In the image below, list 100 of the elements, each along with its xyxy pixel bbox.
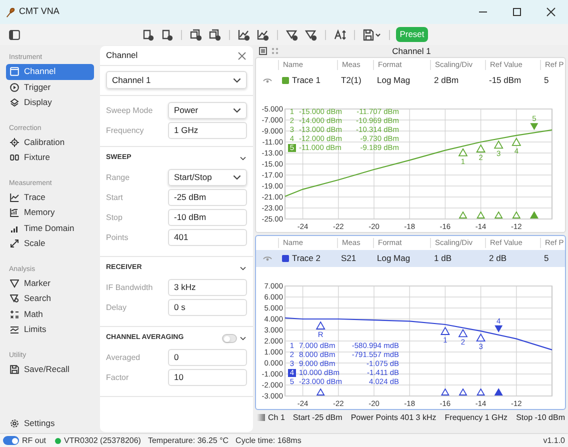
- font-size-button[interactable]: [332, 27, 348, 42]
- add-trace-button[interactable]: [188, 27, 204, 42]
- field-label: IF Bandwidth: [106, 282, 153, 294]
- axis-marker-icon[interactable]: [458, 211, 468, 218]
- dropdown[interactable]: Power: [168, 102, 247, 119]
- axis-marker-icon[interactable]: [512, 211, 521, 218]
- axis-marker-icon[interactable]: [440, 388, 450, 396]
- sidebar-item[interactable]: Calibration: [6, 134, 94, 150]
- sidebar-item-icon: [10, 192, 19, 202]
- marker-icon[interactable]: [512, 138, 522, 146]
- sidebar-item-icon: [10, 294, 19, 304]
- marker-icon[interactable]: [458, 328, 468, 338]
- trace-name: Trace 1: [292, 74, 321, 87]
- sidebar-item-icon: [10, 67, 19, 76]
- toggle-switch[interactable]: [222, 334, 237, 342]
- input-field[interactable]: 3 kHz: [168, 279, 247, 296]
- axis-marker-icon[interactable]: [476, 211, 486, 218]
- sidebar-item[interactable]: Marker: [6, 276, 94, 291]
- sidebar-item[interactable]: Trace: [6, 190, 94, 205]
- app-logo-icon: [5, 6, 16, 18]
- status-text: Stop -10 dBm: [516, 412, 565, 424]
- chart-remove-button[interactable]: [254, 27, 271, 42]
- field-label: Sweep Mode: [106, 104, 153, 116]
- input-field[interactable]: 0: [168, 349, 247, 366]
- input-field[interactable]: -25 dBm: [168, 189, 247, 206]
- eye-icon[interactable]: [262, 78, 272, 84]
- chevron-down-icon: [233, 108, 241, 113]
- sidebar-item-icon: [10, 239, 19, 248]
- sidebar-item-icon: [10, 364, 19, 374]
- trace-name: Trace 2: [292, 252, 321, 265]
- sidebar-item[interactable]: Math: [6, 306, 94, 322]
- table-cell: 5: [544, 75, 549, 86]
- axis-marker-icon[interactable]: [458, 388, 468, 396]
- marker-icon[interactable]: [458, 148, 468, 156]
- axis-marker-icon[interactable]: [476, 388, 486, 396]
- axis-marker-icon[interactable]: [530, 211, 538, 218]
- chart-add-button[interactable]: [236, 27, 252, 42]
- chevron-icon[interactable]: [240, 336, 246, 340]
- chevron-icon[interactable]: [240, 266, 246, 270]
- field-label: Points: [106, 232, 128, 244]
- axis-marker-icon[interactable]: [494, 211, 503, 218]
- input-field[interactable]: 401: [168, 229, 247, 246]
- channel-indicator-icon: [257, 414, 265, 421]
- sidebar-item[interactable]: Memory: [6, 205, 94, 220]
- table-cell: 2 dBm: [434, 75, 459, 86]
- marker-icon[interactable]: [530, 123, 538, 130]
- channel-label: Ch 1: [268, 412, 285, 424]
- input-field[interactable]: -10 dBm: [168, 209, 247, 226]
- trace-panel[interactable]: [255, 57, 566, 233]
- axis-marker-icon[interactable]: [494, 388, 503, 396]
- version-text: v1.1.0: [543, 434, 565, 446]
- table-cell: 2 dB: [489, 253, 506, 264]
- sidebar-item-icon: [10, 224, 19, 233]
- dropdown[interactable]: Start/Stop: [168, 169, 247, 186]
- rf-out-toggle[interactable]: [3, 436, 19, 445]
- chevron-down-icon: [233, 175, 241, 180]
- marker-icon[interactable]: [316, 321, 326, 330]
- marker-icon[interactable]: [440, 326, 450, 335]
- close-button[interactable]: [237, 50, 247, 60]
- table-cell: S21: [341, 253, 356, 264]
- sidebar-item-icon: [10, 325, 19, 334]
- axis-marker-icon[interactable]: [316, 388, 325, 396]
- sidebar-item[interactable]: Search: [6, 291, 94, 306]
- sidebar-item[interactable]: Save/Recall: [6, 362, 94, 377]
- sidebar-item-icon: [10, 310, 19, 319]
- single-view-button[interactable]: [258, 46, 267, 56]
- sidebar-item[interactable]: Trigger: [6, 80, 94, 95]
- maximize-icon: [512, 7, 522, 17]
- remove-trace-button[interactable]: [206, 27, 223, 42]
- trace-row[interactable]: Trace 2 S21 Log Mag 1 dB 2 dB 5: [256, 250, 565, 267]
- save-dropdown-button[interactable]: [360, 27, 383, 42]
- marker-icon[interactable]: [494, 140, 504, 149]
- input-field[interactable]: 10: [168, 369, 247, 386]
- temperature-text: Temperature: 36.25 °C: [148, 434, 229, 446]
- sidebar-item-icon: [10, 82, 19, 92]
- field-label: Start: [106, 192, 123, 204]
- marker-icon[interactable]: [494, 325, 503, 332]
- sidebar-item-icon: [10, 98, 19, 108]
- settings-button[interactable]: Settings: [6, 416, 94, 431]
- trace-panel[interactable]: [255, 235, 566, 410]
- sidebar-item-icon: [10, 138, 19, 147]
- input-field[interactable]: 1 GHz: [168, 122, 247, 139]
- sidebar-item[interactable]: Time Domain: [6, 220, 94, 236]
- sidebar-toggle-button[interactable]: [8, 28, 21, 41]
- sidebar-item[interactable]: Display: [6, 95, 94, 110]
- dropdown[interactable]: Channel 1: [106, 71, 247, 89]
- chevron-icon[interactable]: [240, 156, 246, 160]
- marker-icon[interactable]: [476, 333, 486, 342]
- device-label: VTR0302 (25378206): [64, 434, 141, 446]
- marker-icon[interactable]: [476, 144, 486, 152]
- chevron-down-icon: [233, 78, 241, 82]
- sidebar-item-icon: [10, 153, 19, 162]
- panel-title: Channel: [106, 49, 138, 62]
- sidebar-item[interactable]: Fixture: [6, 150, 94, 166]
- table-cell: T2(1): [341, 75, 362, 86]
- sidebar-item[interactable]: Channel: [6, 64, 94, 80]
- sidebar-item[interactable]: Limits: [6, 322, 94, 338]
- input-field[interactable]: 0 s: [168, 299, 247, 316]
- sidebar-item[interactable]: Scale: [6, 236, 94, 252]
- window-title: CMT VNA: [19, 5, 60, 18]
